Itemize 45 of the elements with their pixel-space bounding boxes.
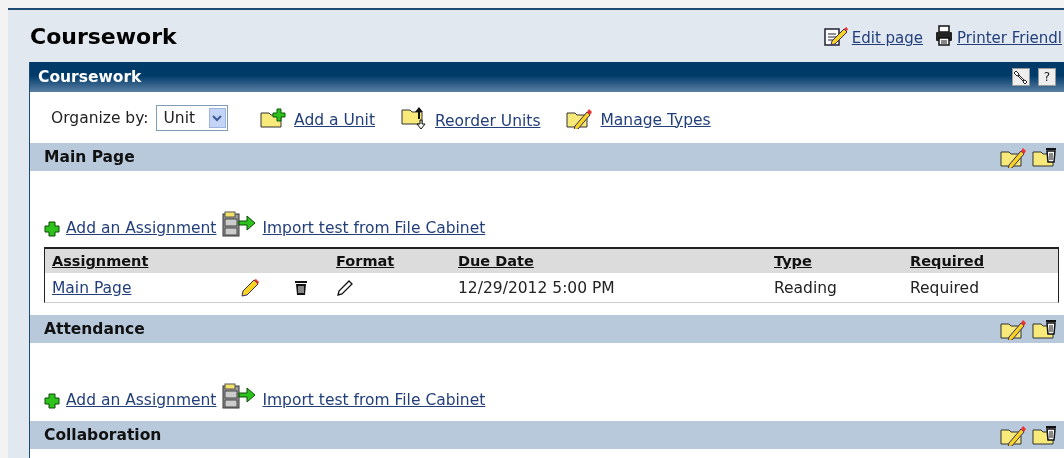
folder-pencil-icon [566,106,595,129]
action-link[interactable]: Add an Assignment [66,391,217,409]
document-pencil-icon [823,25,848,47]
table-cell-text: Reading [774,278,838,297]
column-header[interactable]: Required [910,253,985,269]
table-cell-text: 12/29/2012 5:00 PM [458,278,616,297]
column-header[interactable]: Assignment [52,253,149,269]
folder-pencil-icon[interactable] [1000,146,1028,168]
plus-icon [44,393,60,409]
page-link[interactable]: Printer Friendl [957,29,1062,47]
column-header[interactable]: Format [336,253,395,269]
unit-title: Main Page [44,148,136,166]
folder-trash-icon[interactable] [1032,146,1058,168]
action-link[interactable]: Import test from File Cabinet [262,219,486,237]
tool-link[interactable]: Manage Types [600,110,711,129]
trash-icon[interactable] [294,279,308,296]
column-header[interactable]: Type [774,253,812,269]
pencil-outline-icon[interactable] [336,278,354,297]
column-header[interactable]: Due Date [458,253,534,269]
unit-title: Collaboration [44,426,163,444]
pencil-icon[interactable] [240,277,260,298]
file-cabinet-arrow-icon [222,383,257,409]
printer-icon [935,25,954,47]
caret-icon [209,107,227,128]
page-title: Coursework [30,23,178,49]
folder-trash-icon[interactable] [1032,424,1058,446]
folder-pencil-icon[interactable] [1000,318,1028,340]
file-cabinet-arrow-icon [222,211,257,237]
page-link[interactable]: Edit page [851,29,924,47]
folder-plus-icon [260,106,289,129]
plus-icon [44,221,60,237]
tool-link[interactable]: Add a Unit [294,110,375,129]
action-link[interactable]: Import test from File Cabinet [262,391,486,409]
action-link[interactable]: Add an Assignment [66,219,217,237]
unit-title: Attendance [44,320,146,338]
folder-trash-icon[interactable] [1032,318,1058,340]
organize-label: Organize by: [51,108,149,127]
help-button[interactable]: ? [1038,68,1056,86]
folder-pencil-icon[interactable] [1000,424,1028,446]
assignment-link[interactable]: Main Page [52,278,132,297]
tool-link[interactable]: Reorder Units [434,111,541,130]
folder-arrows-icon [400,105,429,130]
organize-dropdown[interactable]: Unit [156,104,229,131]
panel-title: Coursework [38,68,143,86]
table-cell-text: Required [910,278,980,297]
